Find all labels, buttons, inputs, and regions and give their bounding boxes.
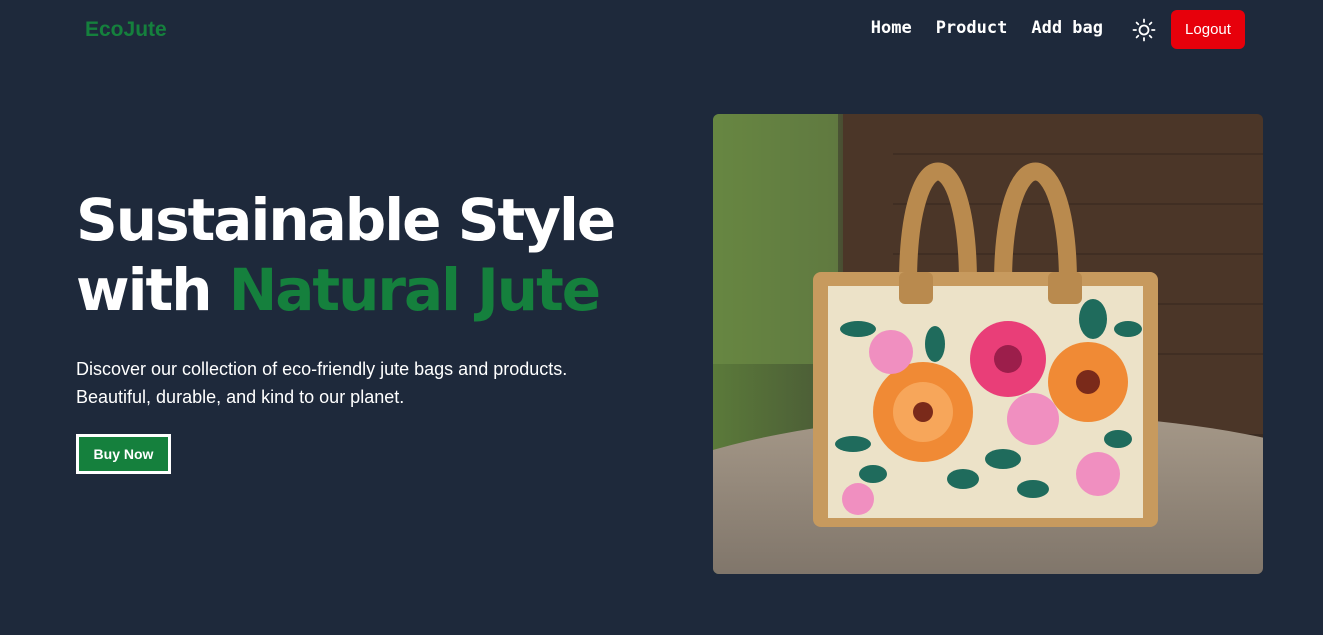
logout-button[interactable]: Logout (1171, 10, 1245, 49)
headline-accent: Natural Jute (228, 256, 601, 324)
hero-headline: Sustainable Style with Natural Jute (76, 185, 676, 325)
description-line-1: Discover our collection of eco-friendly … (76, 359, 568, 379)
hero-description: Discover our collection of eco-friendly … (76, 355, 676, 411)
navbar: EcoJute Home Product Add bag Logout (0, 0, 1323, 62)
brand-logo[interactable]: EcoJute (85, 18, 167, 42)
buy-now-button[interactable]: Buy Now (76, 434, 171, 474)
headline-line-1: Sustainable Style (76, 186, 616, 254)
description-line-2: Beautiful, durable, and kind to our plan… (76, 387, 405, 407)
sun-icon[interactable] (1132, 18, 1156, 42)
hero-product-image (713, 114, 1263, 574)
nav-menu: Home Product Add bag (871, 18, 1103, 38)
headline-line-2-plain: with (76, 256, 212, 324)
nav-link-home[interactable]: Home (871, 18, 912, 38)
hero-text-block: Sustainable Style with Natural Jute Disc… (76, 185, 676, 474)
nav-link-product[interactable]: Product (936, 18, 1008, 38)
nav-link-add-bag[interactable]: Add bag (1031, 18, 1103, 38)
